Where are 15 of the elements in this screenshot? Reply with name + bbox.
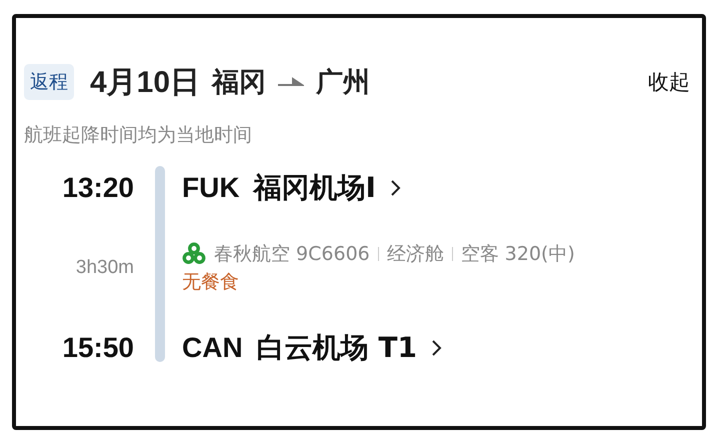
airport-link[interactable]: CAN 白云机场 T1 <box>182 329 444 367</box>
departure-time: 13:20 <box>61 172 134 204</box>
destination-city: 广州 <box>316 66 370 100</box>
arrival-time: 15:50 <box>61 332 134 364</box>
airport-link[interactable]: FUK 福冈机场I <box>182 169 402 207</box>
flight-date: 4月10日 <box>90 64 200 100</box>
origin-city: 福冈 <box>212 66 266 100</box>
collapse-link[interactable]: 收起 <box>648 68 690 96</box>
flight-duration: 3h30m <box>74 257 134 279</box>
aircraft-type: 空客 320(中) <box>460 242 575 267</box>
meal-info: 无餐食 <box>182 270 240 295</box>
cabin-class: 经济舱 <box>386 242 444 267</box>
airline-flight-number: 春秋航空 9C6606 <box>214 242 370 267</box>
timezone-note: 航班起降时间均为当地时间 <box>24 123 253 148</box>
return-badge: 返程 <box>24 64 74 100</box>
